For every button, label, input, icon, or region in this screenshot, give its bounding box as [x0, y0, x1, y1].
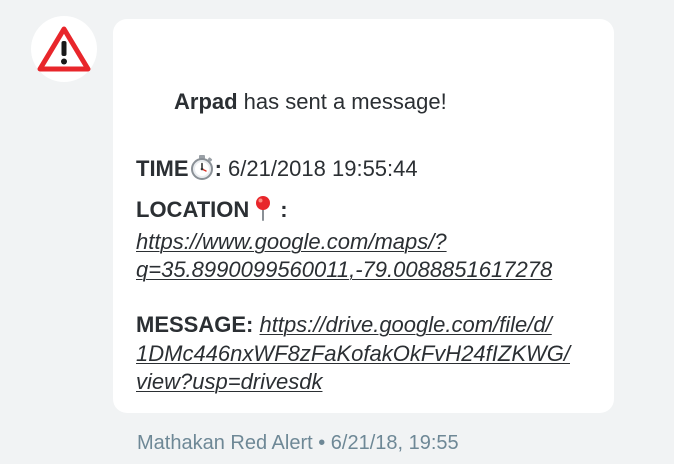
stopwatch-icon — [189, 154, 215, 187]
sender-name: Arpad — [174, 89, 238, 114]
time-value: 6/21/2018 19:55:44 — [221, 156, 418, 181]
message-headline: Arpad has sent a message! — [174, 88, 447, 116]
message-link-end[interactable]: view?usp=drivesdk — [136, 368, 322, 396]
location-label: LOCATION — [136, 197, 250, 222]
message-link-continued[interactable]: 1DMc446nxWF8zFaKofakOkFvH24fIZKWG/ — [136, 340, 570, 368]
location-link-line2[interactable]: q=35.8990099560011,-79.0088851617278 — [136, 257, 552, 282]
headline-text: has sent a message! — [237, 89, 447, 114]
warning-triangle-icon — [37, 26, 91, 72]
message-link-line2[interactable]: 1DMc446nxWF8zFaKofakOkFvH24fIZKWG/ — [136, 341, 570, 366]
location-link-line1[interactable]: https://www.google.com/maps/? — [136, 229, 447, 254]
avatar — [31, 16, 97, 82]
location-row: LOCATION : — [136, 195, 288, 228]
round-pushpin-icon — [252, 195, 274, 228]
message-label: MESSAGE: — [136, 312, 254, 337]
location-link-continued[interactable]: q=35.8990099560011,-79.0088851617278 — [136, 256, 552, 284]
message-meta: Mathakan Red Alert • 6/21/18, 19:55 — [137, 432, 459, 454]
message-bubble: Arpad has sent a message! TIME : 6/21/20… — [113, 19, 614, 413]
location-link[interactable]: https://www.google.com/maps/? — [136, 228, 447, 256]
location-colon: : — [280, 197, 288, 222]
message-row: MESSAGE: https://drive.google.com/file/d… — [136, 311, 552, 339]
time-row: TIME : 6/21/2018 19:55:44 — [136, 154, 418, 187]
time-label: TIME — [136, 156, 189, 181]
time-colon: : — [214, 156, 222, 181]
message-link-line1[interactable]: https://drive.google.com/file/d/ — [259, 312, 551, 337]
message-link-line3[interactable]: view?usp=drivesdk — [136, 369, 322, 394]
